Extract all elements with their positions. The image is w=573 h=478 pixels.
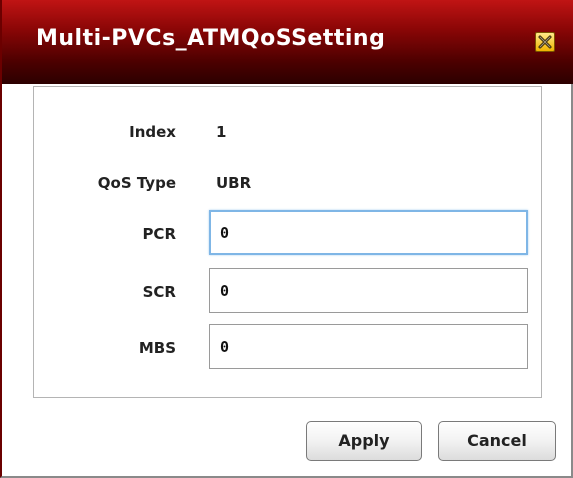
scr-label: SCR: [142, 283, 176, 301]
dialog-titlebar[interactable]: Multi-PVCs_ATMQoSSetting: [2, 0, 573, 84]
close-icon[interactable]: [535, 32, 555, 52]
atm-qos-dialog: Multi-PVCs_ATMQoSSetting Index 1 QoS Typ…: [0, 0, 573, 478]
index-value: 1: [216, 123, 227, 141]
qos-settings-panel: Index 1 QoS Type UBR PCR SCR MBS: [33, 86, 542, 398]
pcr-input[interactable]: [209, 210, 528, 255]
index-label: Index: [129, 123, 176, 141]
qos-type-value: UBR: [216, 174, 252, 192]
cancel-button[interactable]: Cancel: [438, 421, 556, 461]
pcr-label: PCR: [142, 225, 176, 243]
mbs-input[interactable]: [209, 324, 528, 369]
scr-input[interactable]: [209, 268, 528, 313]
mbs-label: MBS: [138, 339, 176, 357]
apply-button[interactable]: Apply: [306, 421, 422, 461]
qos-type-label: QoS Type: [97, 174, 176, 192]
dialog-title: Multi-PVCs_ATMQoSSetting: [36, 26, 386, 51]
